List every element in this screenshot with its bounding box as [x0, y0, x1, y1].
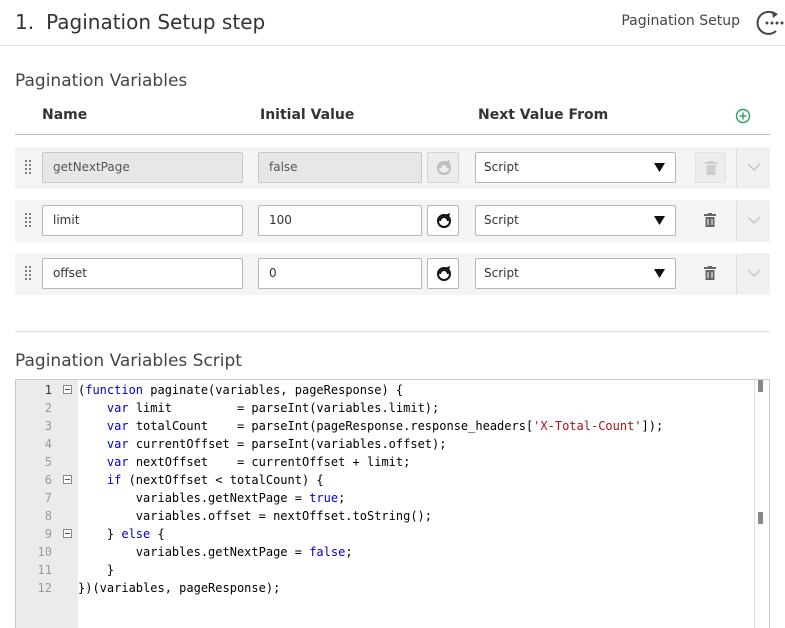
column-header-next-value-from: Next Value From: [478, 107, 609, 123]
chevron-down-icon: [747, 269, 761, 278]
code-line: variables.offset = nextOffset.toString()…: [78, 509, 433, 523]
code-area[interactable]: (function paginate(variables, pageRespon…: [78, 380, 755, 628]
dropdown-caret-icon: [654, 269, 665, 278]
line-number: 8: [44, 509, 52, 523]
line-number: 5: [44, 455, 52, 469]
next-value-from-select[interactable]: Script: [475, 152, 676, 183]
code-line: var limit = parseInt(variables.limit);: [106, 401, 440, 415]
variables-section-title: Pagination Variables: [15, 71, 188, 91]
expand-row-button[interactable]: [736, 201, 770, 241]
line-number: 6: [44, 473, 52, 487]
line-number: 3: [44, 419, 52, 433]
variable-row: limit 100 Script: [15, 200, 770, 242]
loop-arrow-dots-icon[interactable]: [753, 8, 785, 38]
select-value: Script: [484, 266, 519, 280]
script-icon: [437, 266, 451, 281]
column-header-initial-value: Initial Value: [260, 107, 355, 123]
line-number: 11: [37, 563, 52, 577]
code-line: var totalCount = parseInt(pageResponse.r…: [106, 419, 664, 433]
header-divider: [15, 134, 770, 135]
line-number: 1: [44, 383, 52, 397]
dropdown-caret-icon: [654, 163, 665, 172]
variable-name-field[interactable]: offset: [42, 258, 243, 289]
chevron-down-icon: [747, 163, 761, 172]
step-title: Pagination Setup step: [46, 10, 266, 34]
variable-name-field[interactable]: getNextPage: [42, 152, 243, 183]
code-line: (function paginate(variables, pageRespon…: [78, 383, 404, 397]
chevron-down-icon: [747, 216, 761, 225]
script-toggle-button[interactable]: [427, 258, 459, 289]
code-line: }: [78, 563, 115, 577]
vertical-scrollbar[interactable]: [754, 380, 769, 628]
section-divider: [15, 331, 770, 332]
code-editor[interactable]: 1 2 3 4 5 6 7 8 9 10 11 12 (function paginate(varia…: [15, 379, 770, 628]
line-number-gutter: 1 2 3 4 5 6 7 8 9 10 11 12: [16, 380, 78, 628]
variable-row: offset 0 Script: [15, 253, 770, 295]
fold-toggle-icon[interactable]: [63, 475, 72, 484]
expand-row-button[interactable]: [736, 254, 770, 294]
drag-handle-icon[interactable]: [25, 213, 33, 229]
code-line: var nextOffset = currentOffset + limit;: [106, 455, 411, 469]
code-line: variables.getNextPage = false;: [78, 545, 353, 559]
trash-icon: [705, 161, 717, 175]
line-number: 2: [44, 401, 52, 415]
trash-icon: [704, 213, 716, 227]
line-number: 10: [37, 545, 52, 559]
page-header: 1. Pagination Setup step Pagination Setup: [0, 0, 785, 46]
code-line: var currentOffset = parseInt(variables.o…: [106, 437, 447, 451]
select-value: Script: [484, 160, 519, 174]
script-toggle-button[interactable]: [427, 205, 459, 236]
breadcrumb[interactable]: Pagination Setup: [621, 13, 740, 29]
script-icon: [437, 160, 451, 175]
script-section-title: Pagination Variables Script: [15, 351, 242, 371]
line-number: 12: [37, 581, 52, 595]
fold-toggle-icon[interactable]: [63, 385, 72, 394]
variable-row: getNextPage false Script: [15, 147, 770, 189]
column-header-name: Name: [42, 107, 88, 123]
initial-value-field[interactable]: false: [258, 152, 422, 183]
delete-button[interactable]: [695, 152, 726, 183]
delete-button[interactable]: [695, 258, 726, 289]
code-line: if (nextOffset < totalCount) {: [106, 473, 324, 487]
line-number: 7: [44, 491, 52, 505]
initial-value-field[interactable]: 100: [258, 205, 422, 236]
delete-button[interactable]: [695, 205, 726, 236]
trash-icon: [704, 266, 716, 280]
code-line: })(variables, pageResponse);: [78, 581, 281, 595]
line-number: 9: [44, 527, 52, 541]
fold-toggle-icon[interactable]: [63, 529, 72, 538]
drag-handle-icon[interactable]: [25, 266, 33, 282]
initial-value-field[interactable]: 0: [258, 258, 422, 289]
page-title: 1. Pagination Setup step: [15, 10, 265, 34]
code-line: variables.getNextPage = true;: [78, 491, 346, 505]
next-value-from-select[interactable]: Script: [475, 205, 676, 236]
code-line: } else {: [78, 527, 165, 541]
expand-row-button[interactable]: [736, 148, 770, 188]
variable-name-field[interactable]: limit: [42, 205, 243, 236]
next-value-from-select[interactable]: Script: [475, 258, 676, 289]
drag-handle-icon[interactable]: [25, 160, 33, 176]
script-toggle-button[interactable]: [427, 152, 459, 183]
scroll-thumb[interactable]: [758, 512, 763, 524]
scroll-marker: [758, 380, 763, 392]
select-value: Script: [484, 213, 519, 227]
dropdown-caret-icon: [654, 216, 665, 225]
line-number: 4: [44, 437, 52, 451]
plus-circle-icon[interactable]: [735, 108, 751, 124]
script-icon: [437, 213, 451, 228]
step-number: 1.: [15, 10, 35, 34]
